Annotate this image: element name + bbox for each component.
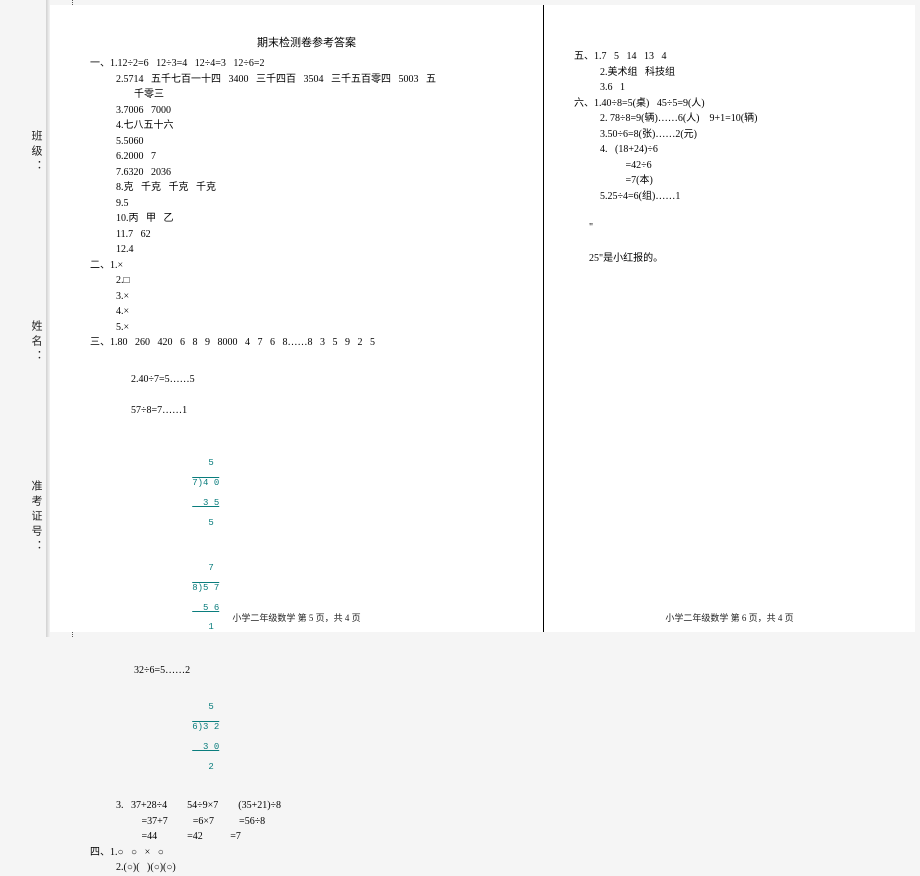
class-label: 班级：: [28, 130, 44, 175]
q6-3: 3.50÷6=8(张)……2(元): [574, 127, 895, 143]
q3-2a: 2.40÷7=5……5: [131, 374, 195, 385]
q1-6: 6.2000 7: [90, 149, 523, 165]
q5-1: 五、1.7 5 14 13 4: [574, 49, 895, 65]
q1-11: 11.7 62: [90, 227, 523, 243]
q1-2-cont: 千零三: [90, 87, 523, 103]
q6-2: 2. 78÷8=9(辆)……6(人) 9+1=10(辆): [574, 111, 895, 127]
q6-note-text: 25"是小红报的。: [589, 253, 663, 264]
footer-right: 小学二年级数学 第 6 页，共 4 页: [544, 612, 915, 626]
division-3: 5 6)3 2 3 0 2: [149, 694, 219, 783]
q3-3: 3. 37+28÷4 54÷9×7 (35+21)÷8: [90, 798, 523, 814]
q3-2c: 32÷6=5……2: [90, 663, 523, 679]
q1-2: 2.5714 五千七百一十四 3400 三千四百 3504 三千五百零四 500…: [90, 72, 523, 88]
page: 期末检测卷参考答案 一、1.12÷2=6 12÷3=4 12÷4=3 12÷6=…: [50, 5, 915, 632]
q1-8: 8.克 千克 千克 千克: [90, 180, 523, 196]
q2-4: 4.×: [90, 304, 523, 320]
q2-3: 3.×: [90, 289, 523, 305]
q1-7: 7.6320 2036: [90, 165, 523, 181]
q5-3: 3.6 1: [574, 80, 895, 96]
q6-4a: =42÷6: [574, 158, 895, 174]
answer-key-title: 期末检测卷参考答案: [90, 35, 523, 52]
q3-1: 三、1.80 260 420 6 8 9 8000 4 7 6 8……8 3 5…: [90, 335, 523, 351]
q6-4: 4. (18+24)÷6: [574, 142, 895, 158]
q4-1: 四、1.○ ○ × ○: [90, 845, 523, 861]
left-column: 期末检测卷参考答案 一、1.12÷2=6 12÷3=4 12÷4=3 12÷6=…: [50, 5, 543, 632]
right-column: 五、1.7 5 14 13 4 2.美术组 科技组 3.6 1 六、1.40÷8…: [543, 5, 915, 632]
q2-1: 二、1.×: [90, 258, 523, 274]
q3-3b: =44 =42 =7: [90, 829, 523, 845]
q3-2b: 57÷8=7……1: [131, 405, 187, 416]
q1-4: 4.七八五十六: [90, 118, 523, 134]
division-1: 5 7)4 0 3 5 5: [149, 450, 219, 539]
q6-5: 5.25÷4=6(组)……1: [574, 189, 895, 205]
q1-10: 10.丙 甲 乙: [90, 211, 523, 227]
q6-note-quote: ": [589, 222, 593, 233]
q1-1: 一、1.12÷2=6 12÷3=4 12÷4=3 12÷6=2: [90, 56, 523, 72]
q3-3a: =37+7 =6×7 =56÷8: [90, 814, 523, 830]
q4-2: 2.(○)( )(○)(○): [90, 860, 523, 876]
q6-note: " 25"是小红报的。: [574, 204, 895, 282]
q1-12: 12.4: [90, 242, 523, 258]
footer-left: 小学二年级数学 第 5 页，共 4 页: [50, 612, 543, 626]
q1-3: 3.7006 7000: [90, 103, 523, 119]
q3-2-line: 2.40÷7=5……5 57÷8=7……1: [90, 357, 523, 435]
q1-9: 9.5: [90, 196, 523, 212]
q1-5: 5.5060: [90, 134, 523, 150]
long-division-3: 5 6)3 2 3 0 2: [90, 678, 523, 798]
name-label: 姓名：: [28, 320, 44, 365]
division-2: 7 8)5 7 5 6 1: [149, 554, 219, 643]
q5-2: 2.美术组 科技组: [574, 65, 895, 81]
q2-5: 5.×: [90, 320, 523, 336]
q6-1: 六、1.40÷8=5(桌) 45÷5=9(人): [574, 96, 895, 112]
id-label: 准考证号：: [28, 480, 44, 555]
q6-4b: =7(本): [574, 173, 895, 189]
q2-2: 2.□: [90, 273, 523, 289]
